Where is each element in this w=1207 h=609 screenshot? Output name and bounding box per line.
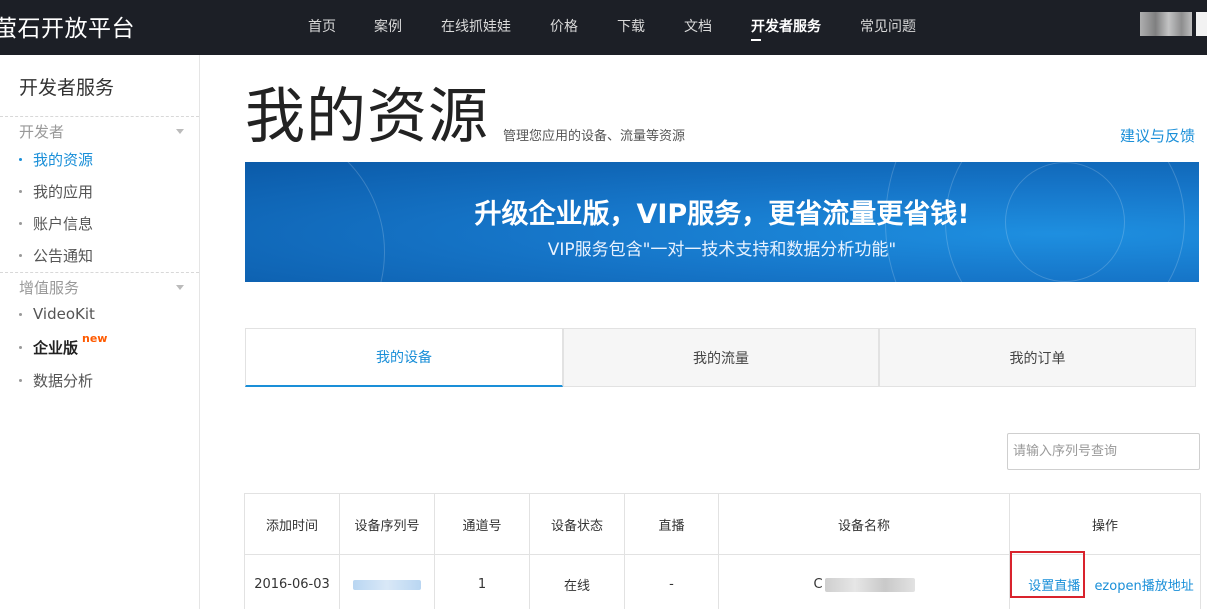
bullet-dot-icon (19, 346, 22, 349)
sidebar-item-my-apps[interactable]: 我的应用 (19, 181, 93, 202)
nav-pricing[interactable]: 价格 (550, 16, 578, 40)
feedback-link[interactable]: 建议与反馈 (1120, 125, 1195, 146)
table-header-row: 添加时间 设备序列号 通道号 设备状态 直播 设备名称 操作 (244, 493, 1201, 555)
sidebar: 开发者服务 开发者 我的资源 我的应用 账户信息 公告通知 增值服务 Video… (0, 55, 200, 609)
sidebar-divider (0, 272, 199, 273)
sidebar-title: 开发者服务 (19, 77, 115, 99)
brand-logo-text[interactable]: 萤石开放平台 (0, 9, 135, 43)
nav-docs[interactable]: 文档 (684, 16, 712, 40)
tab-my-orders[interactable]: 我的订单 (879, 328, 1196, 387)
nav-cases[interactable]: 案例 (374, 16, 402, 40)
sidebar-item-announcements[interactable]: 公告通知 (19, 245, 93, 266)
page-title: 我的资源 (245, 82, 489, 152)
bullet-dot-icon (19, 222, 22, 225)
bullet-dot-icon (19, 158, 22, 161)
nav-faq[interactable]: 常见问题 (860, 16, 916, 40)
column-header: 添加时间 (244, 493, 340, 555)
sidebar-item-label: 我的应用 (33, 183, 94, 201)
serial-search-input[interactable] (1007, 433, 1200, 470)
nav-download[interactable]: 下载 (617, 16, 645, 40)
tab-my-traffic[interactable]: 我的流量 (563, 328, 879, 387)
sidebar-item-videokit[interactable]: VideoKit (19, 305, 95, 323)
column-header: 设备状态 (529, 493, 625, 555)
sidebar-item-enterprise[interactable]: 企业版 new (19, 332, 107, 358)
user-menu-edge[interactable] (1196, 12, 1207, 36)
column-header: 设备名称 (718, 493, 1010, 555)
redacted-serial (353, 579, 421, 590)
nav-home[interactable]: 首页 (308, 16, 336, 40)
sidebar-item-label: VideoKit (33, 305, 95, 323)
new-badge: new (82, 332, 108, 345)
banner-title: 升级企业版，VIP服务，更省流量更省钱! (474, 199, 970, 230)
sidebar-group-developer[interactable]: 开发者 (19, 121, 64, 142)
nav-developer-services[interactable]: 开发者服务 (751, 16, 821, 40)
sidebar-item-label: 数据分析 (33, 372, 94, 390)
redacted-device-name (824, 577, 915, 592)
sidebar-item-data-analysis[interactable]: 数据分析 (19, 370, 93, 391)
bullet-dot-icon (19, 190, 22, 193)
resource-tabs: 我的设备 我的流量 我的订单 (245, 328, 1196, 387)
cell-added-time: 2016-06-03 (244, 554, 340, 609)
device-name-prefix: C (813, 577, 823, 592)
cell-serial (339, 554, 435, 609)
sidebar-item-my-resources[interactable]: 我的资源 (19, 149, 93, 170)
caret-down-icon[interactable] (176, 129, 184, 134)
tab-my-devices[interactable]: 我的设备 (245, 328, 563, 387)
column-header: 直播 (624, 493, 719, 555)
top-nav-bar: 萤石开放平台 首页 案例 在线抓娃娃 价格 下载 文档 开发者服务 常见问题 (0, 0, 1207, 55)
sidebar-item-label: 企业版 (33, 339, 79, 357)
sidebar-item-account-info[interactable]: 账户信息 (19, 213, 93, 234)
highlight-box (1010, 551, 1085, 598)
banner-subtitle: VIP服务包含"一对一技术支持和数据分析功能" (547, 240, 897, 260)
nav-active-indicator (751, 39, 761, 41)
cell-channel: 1 (434, 554, 530, 609)
cell-device-name: C (718, 554, 1010, 609)
sidebar-item-label: 账户信息 (33, 215, 94, 233)
sidebar-item-label: 公告通知 (33, 247, 94, 265)
sidebar-item-label: 我的资源 (33, 151, 94, 169)
bullet-dot-icon (19, 254, 22, 257)
bullet-dot-icon (19, 379, 22, 382)
cell-live: - (624, 554, 719, 609)
promo-banner[interactable]: 升级企业版，VIP服务，更省流量更省钱! VIP服务包含"一对一技术支持和数据分… (245, 162, 1199, 282)
page-subtitle: 管理您应用的设备、流量等资源 (503, 129, 686, 144)
cell-status: 在线 (529, 554, 625, 609)
column-header: 操作 (1009, 493, 1201, 555)
sidebar-group-value-added[interactable]: 增值服务 (19, 277, 79, 298)
nav-online-claw[interactable]: 在线抓娃娃 (441, 16, 511, 40)
column-header: 通道号 (434, 493, 530, 555)
column-header: 设备序列号 (339, 493, 435, 555)
sidebar-divider (0, 116, 199, 117)
bullet-dot-icon (19, 312, 22, 316)
caret-down-icon[interactable] (176, 285, 184, 290)
user-avatar-blurred[interactable] (1140, 12, 1192, 36)
ezopen-url-link[interactable]: ezopen播放地址 (1094, 579, 1193, 594)
